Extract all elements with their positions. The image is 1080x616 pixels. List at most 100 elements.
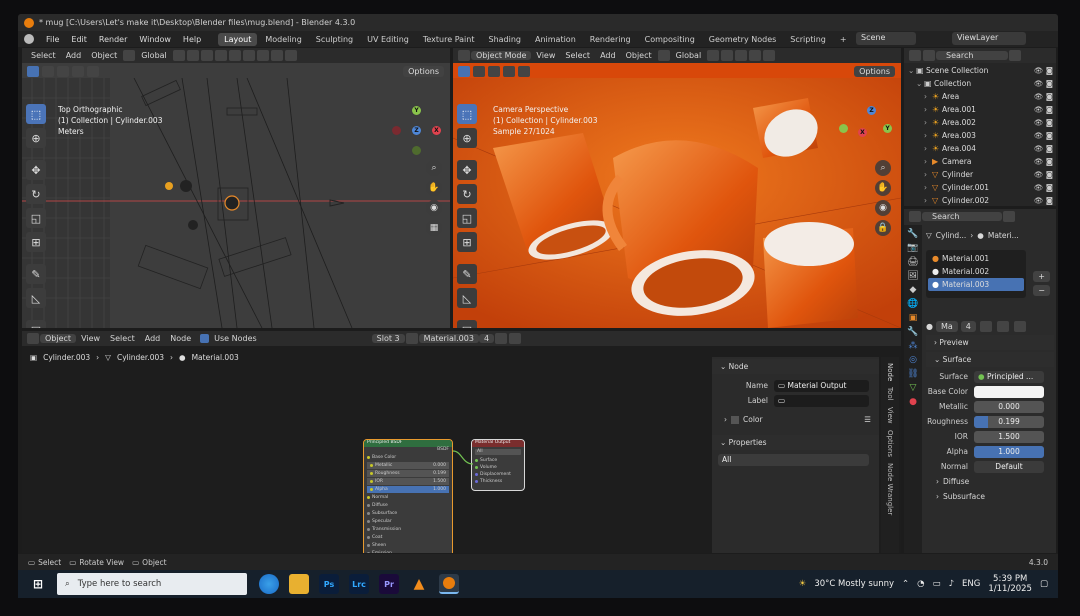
overlay-icon[interactable]: [749, 50, 762, 61]
outliner-search-input[interactable]: Search: [936, 51, 1008, 60]
outliner-item[interactable]: › ▽ Cylinder 👁 ◙: [904, 168, 1056, 181]
visibility-toggle-icon[interactable]: 👁 ◙: [1034, 183, 1056, 192]
expand-toggle-icon[interactable]: ›: [924, 131, 932, 140]
tab-modeling[interactable]: Modeling: [259, 33, 307, 46]
xray-icon[interactable]: [256, 50, 269, 61]
overlay-icon[interactable]: [242, 50, 255, 61]
lightroom-icon[interactable]: Lrc: [349, 574, 369, 594]
menu-select[interactable]: Select: [560, 51, 595, 60]
gizmo-neg-y[interactable]: [412, 146, 421, 155]
target-dropdown[interactable]: All: [718, 453, 869, 466]
gizmo-icon[interactable]: [228, 50, 241, 61]
add-workspace-button[interactable]: +: [834, 33, 853, 46]
move-tool-icon[interactable]: ✥: [457, 160, 477, 180]
pin-icon[interactable]: [1003, 211, 1015, 222]
outliner-item[interactable]: › ☀ Area.001 👁 ◙: [904, 103, 1056, 116]
orientation-icon[interactable]: [657, 50, 670, 61]
language-indicator[interactable]: ENG: [962, 579, 980, 589]
right-viewport-options-button[interactable]: Options: [854, 66, 895, 77]
outliner-item[interactable]: › ☀ Area 👁 ◙: [904, 90, 1056, 103]
select-tool-icon[interactable]: ⬚: [26, 104, 46, 124]
display-mode-icon[interactable]: [923, 50, 935, 61]
node-section[interactable]: ⌄ Node: [712, 359, 879, 374]
gizmo-neg-x[interactable]: [392, 126, 401, 135]
modifier-tab-icon[interactable]: 🔧: [907, 327, 918, 337]
menu-add[interactable]: Add: [61, 51, 87, 60]
material-slot-item[interactable]: ● Material.002: [928, 265, 1024, 278]
material-slot-list[interactable]: ● Material.001 ● Material.002 ● Material.00…: [926, 250, 1026, 298]
visibility-icon[interactable]: [735, 50, 748, 61]
menu-add[interactable]: Add: [595, 51, 621, 60]
weather-text[interactable]: 30°C Mostly sunny: [814, 579, 894, 589]
tab-geometry-nodes[interactable]: Geometry Nodes: [703, 33, 782, 46]
select-intersect-icon[interactable]: [87, 66, 99, 77]
ior-field[interactable]: 1.500: [974, 430, 1044, 443]
annotate-tool-icon[interactable]: ✎: [457, 264, 477, 284]
menu-edit[interactable]: Edit: [65, 35, 93, 44]
tab-scripting[interactable]: Scripting: [784, 33, 832, 46]
outliner-item[interactable]: ⌄ ▣ Scene Collection 👁 ◙: [904, 64, 1056, 77]
rotate-tool-icon[interactable]: ↻: [457, 184, 477, 204]
alpha-field[interactable]: 1.000: [974, 445, 1044, 458]
orientation-dropdown[interactable]: Global: [136, 51, 172, 60]
snap-icon[interactable]: [707, 50, 720, 61]
add-cube-tool-icon[interactable]: ◲: [26, 320, 46, 328]
expand-toggle-icon[interactable]: ⌄: [916, 79, 924, 88]
zoom-icon[interactable]: ⌕: [875, 160, 891, 176]
select-intersect-icon[interactable]: [518, 66, 530, 77]
normal-field[interactable]: Default: [974, 460, 1044, 473]
sidebar-tab-options[interactable]: Options: [886, 430, 894, 457]
roughness-field[interactable]: 0.199: [974, 415, 1044, 428]
notifications-icon[interactable]: ▢: [1040, 579, 1048, 589]
properties-section[interactable]: ⌄ Properties: [712, 435, 879, 450]
expand-toggle-icon[interactable]: ›: [924, 170, 932, 179]
object-tab-icon[interactable]: ▣: [909, 313, 918, 323]
proportional-icon[interactable]: [721, 50, 734, 61]
material-slot-item[interactable]: ● Material.001: [928, 252, 1024, 265]
outliner-item[interactable]: ⌄ ▣ Collection 👁 ◙: [904, 77, 1056, 90]
rotate-tool-icon[interactable]: ↻: [26, 184, 46, 204]
pan-hand-icon[interactable]: ✋: [426, 180, 442, 196]
menu-object[interactable]: Object: [86, 51, 122, 60]
tool-tab-icon[interactable]: 🔧: [907, 229, 918, 239]
outliner-item[interactable]: › ▶ Camera 👁 ◙: [904, 155, 1056, 168]
select-tool-icon[interactable]: ⬚: [457, 104, 477, 124]
sidebar-tab-view[interactable]: View: [886, 407, 894, 424]
visibility-toggle-icon[interactable]: 👁 ◙: [1034, 118, 1056, 127]
visibility-toggle-icon[interactable]: 👁 ◙: [1034, 170, 1056, 179]
material-users-count[interactable]: 4: [960, 321, 976, 332]
select-extend-icon[interactable]: [473, 66, 485, 77]
menu-select[interactable]: Select: [26, 51, 61, 60]
expand-toggle-icon[interactable]: ›: [924, 118, 932, 127]
fake-user-icon[interactable]: [979, 321, 992, 332]
menu-render[interactable]: Render: [93, 35, 133, 44]
scene-tab-icon[interactable]: ◆: [910, 285, 917, 295]
view-layer-selector[interactable]: ViewLayer: [952, 32, 1026, 45]
scale-tool-icon[interactable]: ◱: [457, 208, 477, 228]
node-color-row[interactable]: › Color ☰: [712, 412, 879, 427]
sidebar-tab-node-wrangler[interactable]: Node Wrangler: [886, 463, 894, 515]
editor-type-icon[interactable]: [458, 50, 470, 61]
base-color-swatch[interactable]: [974, 385, 1044, 398]
visibility-toggle-icon[interactable]: 👁 ◙: [1034, 196, 1056, 205]
select-subtract-icon[interactable]: [57, 66, 69, 77]
menu-object[interactable]: Object: [621, 51, 657, 60]
camera-view-icon[interactable]: ◉: [875, 200, 891, 216]
outliner-item[interactable]: › ▽ Cylinder.001 👁 ◙: [904, 181, 1056, 194]
expand-toggle-icon[interactable]: ⌄: [908, 66, 916, 75]
color-checkbox[interactable]: [731, 415, 739, 424]
world-tab-icon[interactable]: 🌐: [907, 299, 918, 309]
taskbar-search-input[interactable]: ⌕ Type here to search: [57, 573, 247, 595]
physics-tab-icon[interactable]: ◎: [909, 355, 917, 365]
gizmo-y-axis[interactable]: Y: [883, 124, 892, 133]
node-label-input[interactable]: ▭: [774, 394, 869, 407]
properties-search-input[interactable]: Search: [922, 212, 1002, 221]
object-mode-dropdown[interactable]: Object Mode: [471, 51, 532, 60]
tab-compositing[interactable]: Compositing: [639, 33, 701, 46]
outliner-item[interactable]: › ☀ Area.004 👁 ◙: [904, 142, 1056, 155]
surface-shader-field[interactable]: ● Principled ...: [974, 370, 1044, 383]
constraints-tab-icon[interactable]: ⛓: [907, 369, 918, 379]
left-3d-viewport[interactable]: Select Add Object Global Options ⬚ ⊕ ✥ ↻…: [22, 48, 450, 328]
edge-icon[interactable]: [259, 574, 279, 594]
shader-node-editor[interactable]: Object View Select Add Node Use Nodes Sl…: [22, 331, 901, 553]
